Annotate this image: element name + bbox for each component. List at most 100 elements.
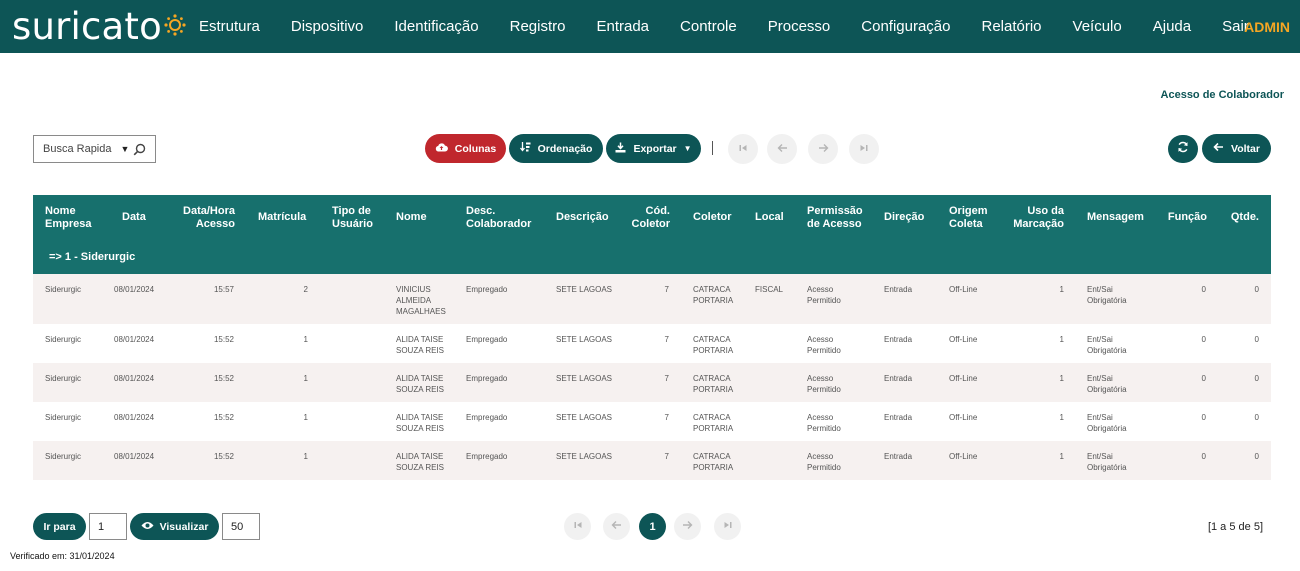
sort-button[interactable]: Ordenação [509, 134, 603, 163]
prev-page-button-top[interactable] [767, 134, 797, 164]
cell-nome-empresa: Siderurgic [45, 335, 82, 344]
col-header-local[interactable]: Local [755, 211, 795, 224]
menu-item-ajuda[interactable]: Ajuda [1153, 18, 1191, 35]
menu-item-relatorio[interactable]: Relatório [982, 18, 1042, 35]
col-header-nome[interactable]: Nome [396, 211, 446, 224]
table-row[interactable]: Siderurgic 08/01/2024 15:57 2 VINICIUS A… [33, 274, 1271, 324]
toolbar-divider [712, 141, 713, 155]
cell-mensagem: Ent/Sai Obrigatória [1087, 413, 1127, 433]
cell-hora: 15:52 [213, 374, 234, 383]
cell-descricao: SETE LAGOAS [556, 285, 613, 294]
col-header-uso-marcacao[interactable]: Uso da Marcação [1008, 205, 1064, 231]
caret-down-icon: ▼ [683, 144, 692, 153]
logo-text: suricato [12, 4, 162, 48]
cell-direcao: Entrada [884, 374, 913, 383]
first-page-button-top[interactable] [728, 134, 758, 164]
last-page-icon [859, 142, 869, 156]
menu-item-controle[interactable]: Controle [680, 18, 737, 35]
col-header-cod-coletor[interactable]: Cód. Coletor [627, 205, 671, 231]
view-label: Visualizar [159, 520, 209, 533]
menu-item-entrada[interactable]: Entrada [596, 18, 649, 35]
cell-hora: 15:52 [213, 452, 234, 461]
page-number-input[interactable]: 1 [89, 513, 127, 540]
table-row[interactable]: Siderurgic 08/01/2024 15:52 1 ALIDA TAIS… [33, 402, 1271, 441]
last-page-button-top[interactable] [849, 134, 879, 164]
cell-hora: 15:52 [213, 413, 234, 422]
col-header-coletor[interactable]: Coletor [693, 211, 741, 224]
menu-item-estrutura[interactable]: Estrutura [199, 18, 260, 35]
menu-item-dispositivo[interactable]: Dispositivo [291, 18, 364, 35]
cell-funcao: 0 [1201, 413, 1206, 422]
arrow-left-icon [1213, 142, 1224, 155]
last-page-icon [723, 520, 733, 533]
cell-origem: Off-Line [949, 285, 978, 294]
group-row-label[interactable]: => 1 - Siderurgic [49, 251, 135, 263]
table-row[interactable]: Siderurgic 08/01/2024 15:52 1 ALIDA TAIS… [33, 363, 1271, 402]
cell-data: 08/01/2024 [114, 335, 155, 344]
back-button[interactable]: Voltar [1202, 134, 1271, 163]
col-header-nome-empresa[interactable]: Nome Empresa [45, 205, 115, 231]
export-button[interactable]: Exportar ▼ [606, 134, 701, 163]
col-header-tipo-usuario[interactable]: Tipo de Usuário [332, 205, 384, 231]
cell-coletor: CATRACA PORTARIA [693, 452, 734, 472]
col-header-descricao[interactable]: Descrição [556, 211, 616, 224]
cell-origem: Off-Line [949, 374, 978, 383]
main-menu: Estrutura Dispositivo Identificação Regi… [199, 0, 1280, 53]
view-button[interactable]: Visualizar [130, 513, 219, 540]
cell-nome: ALIDA TAISE SOUZA REIS [396, 374, 445, 394]
cell-direcao: Entrada [884, 452, 913, 461]
col-header-origem-coleta[interactable]: Origem Coleta [949, 205, 997, 231]
app-logo[interactable]: suricato [12, 3, 186, 49]
user-name[interactable]: ADMIN [1244, 19, 1290, 35]
table-header: Nome Empresa Data Data/Hora Acesso Matrí… [33, 195, 1271, 274]
cell-nome: ALIDA TAISE SOUZA REIS [396, 452, 445, 472]
cell-descricao: SETE LAGOAS [556, 452, 613, 461]
quick-search-value: Busca Rapida [43, 143, 112, 155]
col-header-permissao[interactable]: Permissão de Acesso [807, 205, 869, 231]
access-table: Nome Empresa Data Data/Hora Acesso Matrí… [33, 195, 1271, 480]
refresh-button[interactable] [1168, 135, 1198, 163]
table-row[interactable]: Siderurgic 08/01/2024 15:52 1 ALIDA TAIS… [33, 324, 1271, 363]
search-icon[interactable] [133, 143, 146, 156]
export-label: Exportar [633, 142, 677, 155]
col-header-desc-colaborador[interactable]: Desc. Colaborador [466, 205, 542, 231]
columns-button[interactable]: Colunas [425, 134, 506, 163]
arrow-left-icon [611, 520, 622, 533]
menu-item-veiculo[interactable]: Veículo [1073, 18, 1122, 35]
cell-uso-marcacao: 1 [1059, 335, 1064, 344]
cell-uso-marcacao: 1 [1059, 452, 1064, 461]
last-page-button[interactable] [714, 513, 741, 540]
menu-item-processo[interactable]: Processo [768, 18, 831, 35]
menu-item-identificacao[interactable]: Identificação [394, 18, 478, 35]
cell-descricao: SETE LAGOAS [556, 374, 613, 383]
quick-search-select[interactable]: Busca Rapida ▼ [33, 135, 156, 163]
cell-matricula: 1 [303, 452, 308, 461]
eye-icon [141, 521, 154, 533]
menu-item-registro[interactable]: Registro [510, 18, 566, 35]
cell-qtde: 0 [1254, 335, 1259, 344]
col-header-funcao[interactable]: Função [1161, 211, 1207, 224]
col-header-data[interactable]: Data [122, 211, 162, 224]
go-to-page-button[interactable]: Ir para [33, 513, 86, 540]
next-page-button[interactable] [674, 513, 701, 540]
col-header-direcao[interactable]: Direção [884, 211, 936, 224]
col-header-matricula[interactable]: Matrícula [258, 211, 316, 224]
cell-nome-empresa: Siderurgic [45, 413, 82, 422]
table-row[interactable]: Siderurgic 08/01/2024 15:52 1 ALIDA TAIS… [33, 441, 1271, 480]
cell-hora: 15:57 [213, 285, 234, 294]
page-size-input[interactable]: 50 [222, 513, 260, 540]
col-header-mensagem[interactable]: Mensagem [1087, 211, 1151, 224]
cell-coletor: CATRACA PORTARIA [693, 285, 734, 305]
menu-item-configuracao[interactable]: Configuração [861, 18, 950, 35]
next-page-button-top[interactable] [808, 134, 838, 164]
col-header-data-hora[interactable]: Data/Hora Acesso [175, 205, 235, 231]
cell-cod-coletor: 7 [664, 285, 669, 294]
first-page-button[interactable] [564, 513, 591, 540]
prev-page-button[interactable] [603, 513, 630, 540]
cell-direcao: Entrada [884, 413, 913, 422]
cell-matricula: 2 [303, 285, 308, 294]
page-1-button[interactable]: 1 [639, 513, 666, 540]
cell-mensagem: Ent/Sai Obrigatória [1087, 452, 1127, 472]
download-icon [615, 142, 626, 156]
col-header-qtde[interactable]: Qtde. [1223, 211, 1259, 224]
